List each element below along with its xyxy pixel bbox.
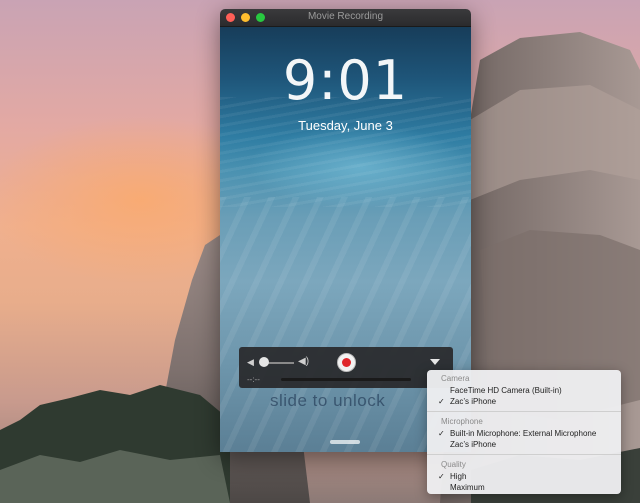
wallpaper-waves (220, 97, 471, 207)
menu-section-quality: Quality (441, 460, 466, 469)
menu-separator (427, 454, 621, 455)
menu-section-camera: Camera (441, 374, 470, 383)
volume-knob[interactable] (259, 357, 269, 367)
menu-separator (427, 411, 621, 412)
slide-to-unlock: slide to unlock (270, 391, 386, 410)
recording-options-menu: Camera FaceTime HD Camera (Built-in) ✓ Z… (427, 370, 621, 494)
menu-item-facetime-camera[interactable]: FaceTime HD Camera (Built-in) (450, 386, 562, 395)
menu-item-builtin-microphone[interactable]: Built-in Microphone: External Microphone (450, 429, 596, 438)
chevron-down-icon[interactable] (430, 359, 440, 365)
menu-section-microphone: Microphone (441, 417, 483, 426)
menu-item-quality-maximum[interactable]: Maximum (450, 483, 485, 492)
check-icon: ✓ (438, 397, 445, 406)
speaker-low-icon: ◀︎ (247, 357, 254, 367)
record-icon (342, 358, 351, 367)
check-icon: ✓ (438, 429, 445, 438)
recording-time: --:-- (247, 375, 260, 384)
recording-size-bar (281, 378, 411, 381)
check-icon: ✓ (438, 472, 445, 481)
menu-item-quality-high[interactable]: High (450, 472, 466, 481)
lock-screen-date: Tuesday, June 3 (298, 118, 393, 133)
menu-item-microphone-iphone[interactable]: Zac’s iPhone (450, 440, 496, 449)
speaker-high-icon: ◀︎) (298, 356, 310, 367)
title-bar[interactable]: Movie Recording (220, 9, 471, 27)
recording-controls: ◀︎ ◀︎) --:-- (239, 347, 453, 388)
lock-screen-time: 9:01 (282, 49, 409, 112)
record-button[interactable] (337, 353, 356, 372)
window-title: Movie Recording (307, 11, 384, 22)
menu-item-camera-iphone[interactable]: Zac’s iPhone (450, 397, 496, 406)
home-indicator (330, 440, 360, 444)
